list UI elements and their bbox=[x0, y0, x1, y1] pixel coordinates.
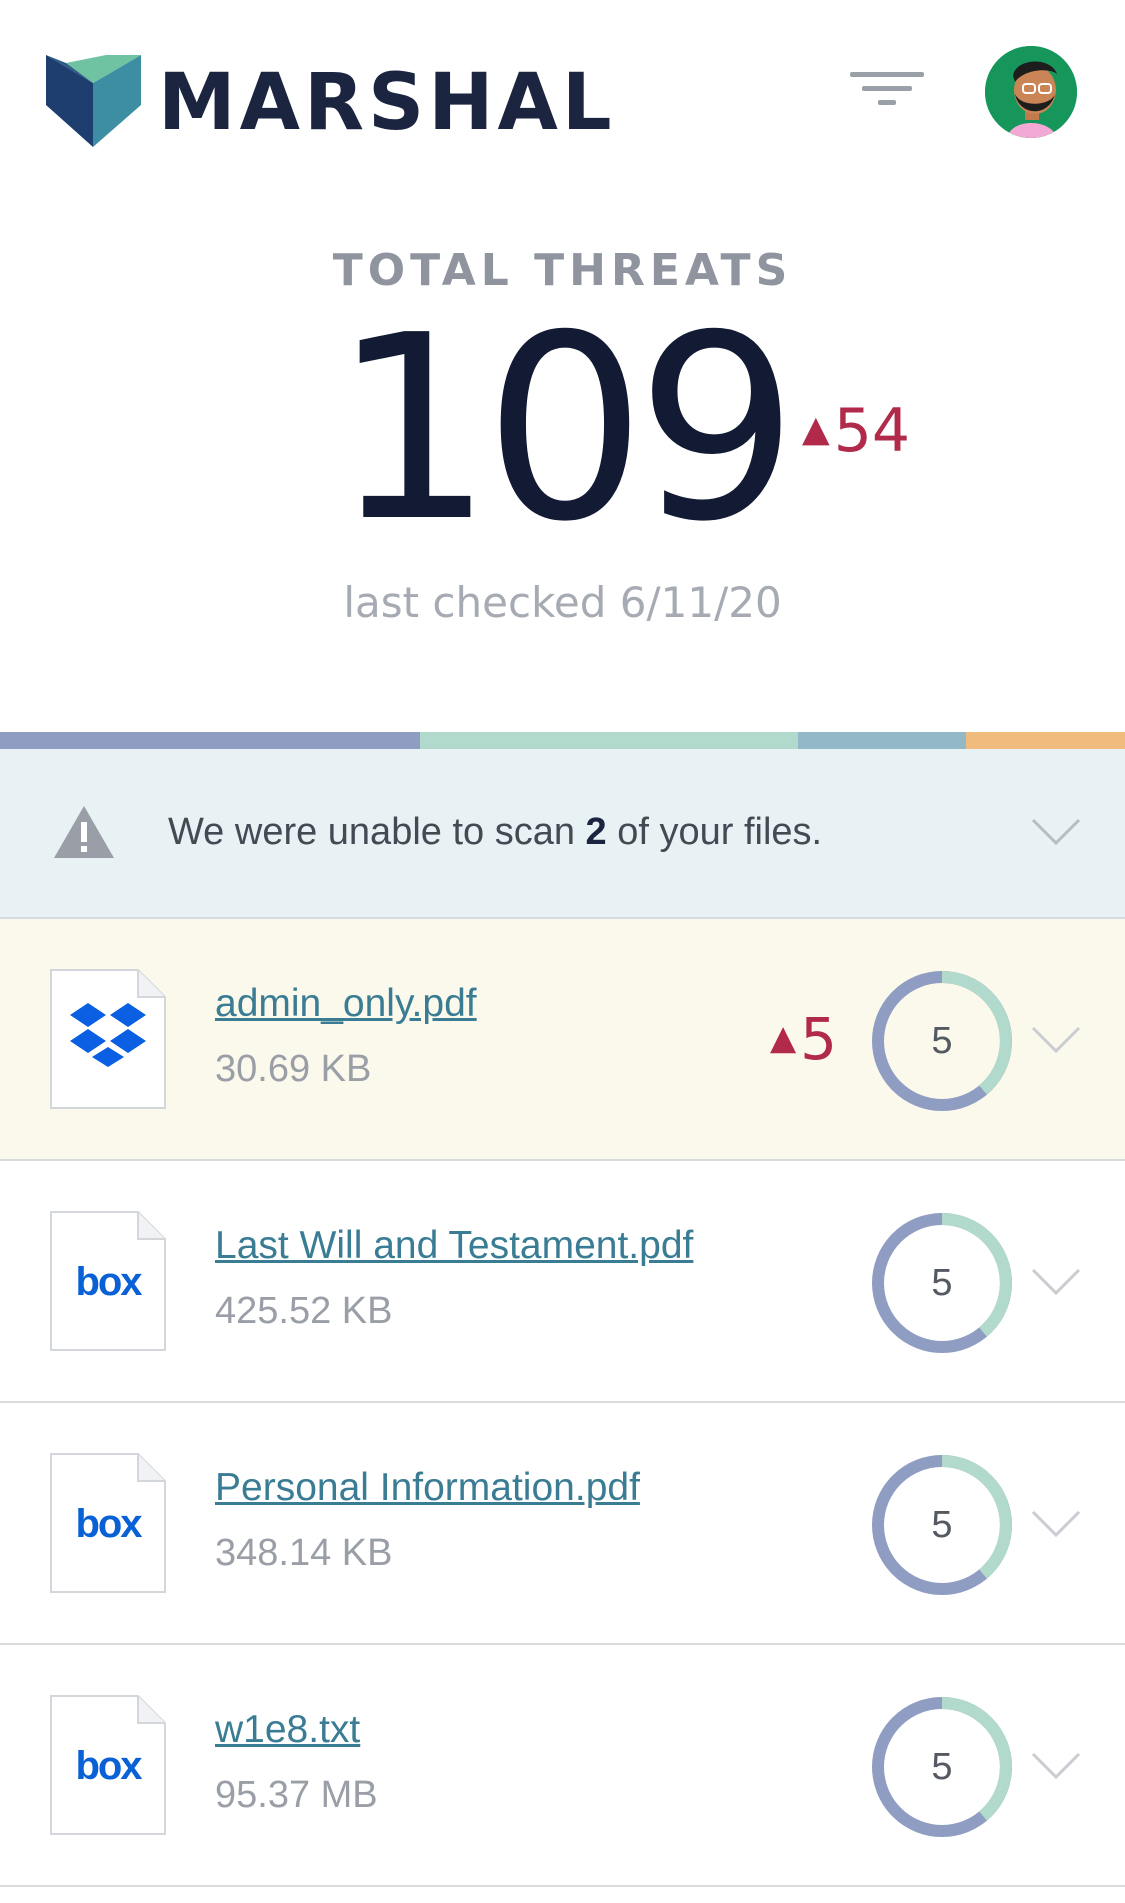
svg-text:box: box bbox=[75, 1260, 142, 1304]
file-row[interactable]: box Last Will and Testament.pdf 425.52 K… bbox=[0, 1161, 1125, 1403]
box-file-icon: box bbox=[50, 1453, 166, 1593]
filter-button[interactable] bbox=[848, 66, 928, 116]
file-size: 348.14 KB bbox=[215, 1532, 393, 1574]
avatar-icon bbox=[985, 46, 1077, 138]
file-row[interactable]: box Personal Information.pdf 348.14 KB 5 bbox=[0, 1403, 1125, 1645]
brand-name: MARSHAL bbox=[158, 58, 616, 148]
chevron-down-icon[interactable] bbox=[1030, 817, 1082, 847]
up-triangle-icon: ▲ bbox=[770, 1018, 797, 1058]
threat-score: 5 bbox=[931, 1746, 953, 1788]
file-name-link[interactable]: w1e8.txt bbox=[215, 1705, 360, 1755]
scan-warning-banner[interactable]: We were unable to scan 2 of your files. bbox=[0, 749, 1125, 919]
chevron-down-icon[interactable] bbox=[1030, 1025, 1082, 1055]
chevron-down-icon[interactable] bbox=[1030, 1509, 1082, 1539]
filter-icon bbox=[850, 72, 924, 105]
file-row[interactable]: box w1e8.txt 95.37 MB 5 bbox=[0, 1645, 1125, 1887]
bar-segment bbox=[966, 732, 1125, 749]
bar-segment bbox=[0, 732, 420, 749]
box-file-icon: box bbox=[50, 1695, 166, 1835]
file-name-link[interactable]: Personal Information.pdf bbox=[215, 1463, 640, 1513]
bar-segment bbox=[798, 732, 966, 749]
dropbox-file-icon bbox=[50, 969, 166, 1109]
threat-delta-value: 54 bbox=[833, 396, 911, 466]
svg-text:box: box bbox=[75, 1744, 142, 1788]
user-avatar[interactable] bbox=[985, 46, 1077, 138]
threat-category-bar bbox=[0, 732, 1125, 749]
file-size: 30.69 KB bbox=[215, 1048, 372, 1090]
last-checked: last checked 6/11/20 bbox=[343, 578, 782, 627]
threat-score: 5 bbox=[931, 1262, 953, 1304]
total-threats-count: 109 bbox=[331, 281, 799, 578]
warning-icon bbox=[54, 806, 114, 858]
up-triangle-icon: ▲ bbox=[802, 409, 830, 450]
threat-score: 5 bbox=[931, 1504, 953, 1546]
file-threat-delta: ▲5 bbox=[770, 1005, 838, 1073]
warning-message: We were unable to scan 2 of your files. bbox=[168, 811, 823, 853]
threat-delta: ▲54 bbox=[802, 398, 910, 463]
svg-text:box: box bbox=[75, 1502, 142, 1546]
file-row[interactable]: admin_only.pdf 30.69 KB ▲5 5 bbox=[0, 919, 1125, 1161]
file-size: 425.52 KB bbox=[215, 1290, 393, 1332]
file-name-link[interactable]: admin_only.pdf bbox=[215, 979, 477, 1029]
file-name-link[interactable]: Last Will and Testament.pdf bbox=[215, 1221, 693, 1271]
bar-segment bbox=[420, 732, 798, 749]
marshal-logo-icon bbox=[46, 55, 141, 147]
chevron-down-icon[interactable] bbox=[1030, 1267, 1082, 1297]
box-file-icon: box bbox=[50, 1211, 166, 1351]
file-size: 95.37 MB bbox=[215, 1774, 378, 1816]
threat-score: 5 bbox=[931, 1020, 953, 1062]
app-header: MARSHAL bbox=[0, 0, 1125, 200]
unscanned-count: 2 bbox=[585, 811, 607, 853]
chevron-down-icon[interactable] bbox=[1030, 1751, 1082, 1781]
